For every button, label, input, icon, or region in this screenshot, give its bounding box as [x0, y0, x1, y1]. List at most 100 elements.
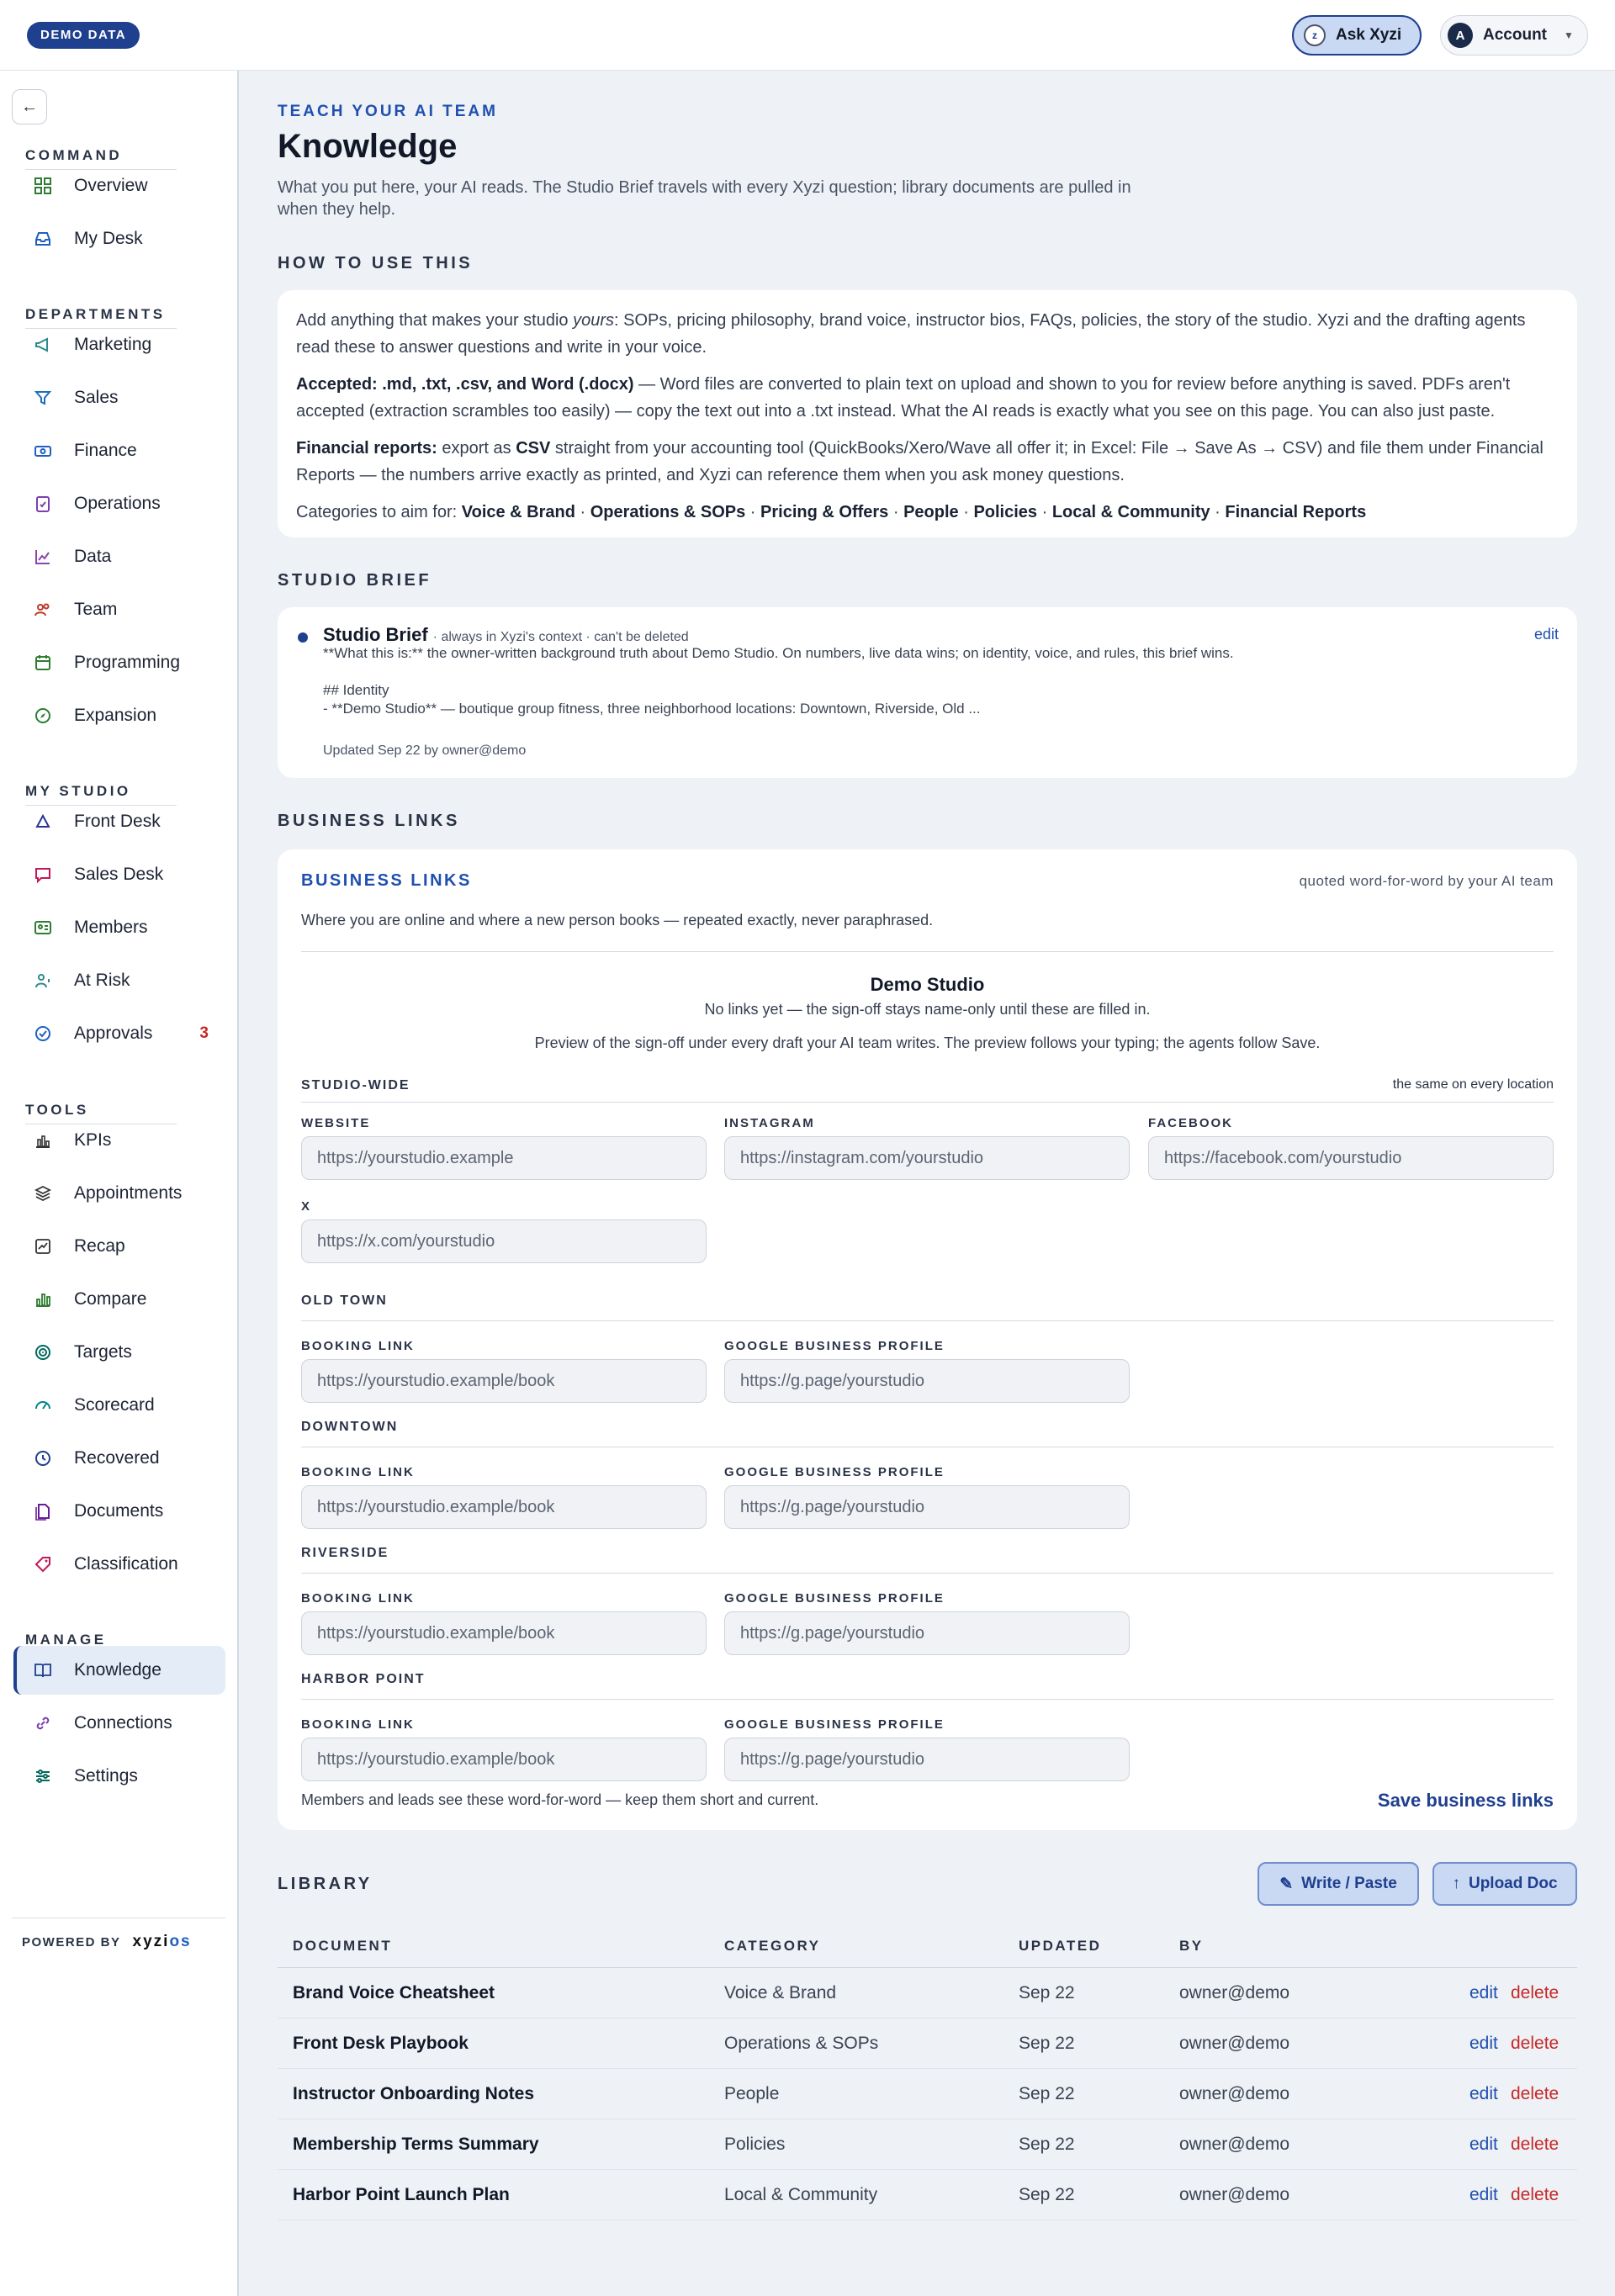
- document-name: Harbor Point Launch Plan: [293, 2185, 510, 2204]
- sidebar-item-scorecard[interactable]: Scorecard: [13, 1381, 225, 1430]
- edit-document-link[interactable]: edit: [1469, 1983, 1498, 2003]
- booking-link-label: BOOKING LINK: [301, 1717, 415, 1732]
- sidebar-item-classification[interactable]: Classification: [13, 1540, 225, 1589]
- ask-xyzi-button[interactable]: z Ask Xyzi: [1292, 15, 1422, 56]
- sidebar-item-sales[interactable]: Sales: [13, 373, 225, 422]
- divider: [278, 2169, 1577, 2170]
- sidebar-item-marketing[interactable]: Marketing: [13, 320, 225, 369]
- collapse-sidebar-button[interactable]: ←: [12, 89, 47, 124]
- sidebar-item-label: Targets: [74, 1342, 132, 1362]
- booking-link-label: BOOKING LINK: [301, 1591, 415, 1606]
- sidebar-item-kpis[interactable]: KPIs: [13, 1116, 225, 1165]
- document-owner: owner@demo: [1179, 2084, 1290, 2103]
- google-business-profile-input-harbor-point[interactable]: https://g.page/yourstudio: [724, 1738, 1130, 1781]
- sidebar-item-recovered[interactable]: Recovered: [13, 1434, 225, 1483]
- sidebar-item-overview[interactable]: Overview: [13, 161, 225, 210]
- sidebar-item-knowledge[interactable]: Knowledge: [13, 1646, 225, 1695]
- delete-document-link[interactable]: delete: [1511, 2185, 1559, 2205]
- document-name: Instructor Onboarding Notes: [293, 2084, 535, 2103]
- user-alert-icon: [32, 970, 54, 992]
- sidebar-item-members[interactable]: Members: [13, 903, 225, 952]
- studio-wide-note: the same on every location: [1392, 1077, 1554, 1092]
- edit-studio-brief-link[interactable]: edit: [1534, 626, 1559, 643]
- sidebar-item-programming[interactable]: Programming: [13, 638, 225, 687]
- how-to-card: Add anything that makes your studio your…: [278, 290, 1577, 537]
- sidebar-item-expansion[interactable]: Expansion: [13, 691, 225, 740]
- top-bar: DEMO DATA z Ask Xyzi A Account ▼: [0, 0, 1615, 71]
- write-paste-button[interactable]: ✎ Write / Paste: [1258, 1862, 1419, 1906]
- delete-document-link[interactable]: delete: [1511, 2034, 1559, 2054]
- edit-document-link[interactable]: edit: [1469, 2084, 1498, 2104]
- how-to-financial: Financial reports: export as CSV straigh…: [296, 439, 1544, 484]
- document-category: Voice & Brand: [724, 1983, 837, 2002]
- sidebar-item-front-desk[interactable]: Front Desk: [13, 797, 225, 846]
- document-owner: owner@demo: [1179, 2135, 1290, 2154]
- sidebar-item-data[interactable]: Data: [13, 532, 225, 581]
- column-header-updated: UPDATED: [1019, 1938, 1102, 1954]
- booking-link-input-riverside[interactable]: https://yourstudio.example/book: [301, 1611, 707, 1655]
- document-category: Operations & SOPs: [724, 2034, 879, 2053]
- booking-link-label: BOOKING LINK: [301, 1465, 415, 1479]
- instagram-input[interactable]: https://instagram.com/yourstudio: [724, 1136, 1130, 1180]
- divider: [301, 1102, 1554, 1103]
- sidebar-item-operations[interactable]: Operations: [13, 479, 225, 528]
- sidebar-item-label: Expansion: [74, 706, 157, 725]
- divider: [301, 1699, 1554, 1700]
- sidebar-item-approvals[interactable]: Approvals 3: [13, 1009, 225, 1058]
- sidebar-item-label: Settings: [74, 1766, 138, 1785]
- google-business-profile-input-downtown[interactable]: https://g.page/yourstudio: [724, 1485, 1130, 1529]
- sidebar-item-settings[interactable]: Settings: [13, 1752, 225, 1801]
- check-circle-icon: [32, 1023, 54, 1045]
- sidebar-item-connections[interactable]: Connections: [13, 1699, 225, 1748]
- upload-doc-button[interactable]: ↑ Upload Doc: [1432, 1862, 1577, 1906]
- sidebar-item-targets[interactable]: Targets: [13, 1328, 225, 1377]
- google-business-profile-input-old-town[interactable]: https://g.page/yourstudio: [724, 1359, 1130, 1403]
- studio-brief-heading: STUDIO BRIEF: [278, 571, 432, 590]
- edit-document-link[interactable]: edit: [1469, 2135, 1498, 2155]
- booking-link-input-old-town[interactable]: https://yourstudio.example/book: [301, 1359, 707, 1403]
- save-business-links-button[interactable]: Save business links: [1378, 1790, 1554, 1812]
- website-input[interactable]: https://yourstudio.example: [301, 1136, 707, 1180]
- edit-document-link[interactable]: edit: [1469, 2185, 1498, 2205]
- business-links-card-title: BUSINESS LINKS: [301, 871, 472, 890]
- sidebar-item-compare[interactable]: Compare: [13, 1275, 225, 1324]
- document-updated: Sep 22: [1019, 2034, 1075, 2053]
- x-input[interactable]: https://x.com/yourstudio: [301, 1219, 707, 1263]
- filter-icon: [32, 387, 54, 409]
- delete-document-link[interactable]: delete: [1511, 1983, 1559, 2003]
- layers-icon: [32, 1182, 54, 1204]
- sidebar-item-at-risk[interactable]: At Risk: [13, 956, 225, 1005]
- sidebar-item-sales-desk[interactable]: Sales Desk: [13, 850, 225, 899]
- bell-icon: [32, 811, 54, 833]
- sidebar-item-recap[interactable]: Recap: [13, 1222, 225, 1271]
- avatar: A: [1448, 23, 1473, 48]
- sidebar-item-appointments[interactable]: Appointments: [13, 1169, 225, 1218]
- studio-brief-card: Studio Brief · always in Xyzi's context ·…: [278, 607, 1577, 778]
- facebook-input[interactable]: https://facebook.com/yourstudio: [1148, 1136, 1554, 1180]
- sliders-icon: [32, 1765, 54, 1787]
- booking-link-input-harbor-point[interactable]: https://yourstudio.example/book: [301, 1738, 707, 1781]
- megaphone-icon: [32, 334, 54, 356]
- sidebar-item-team[interactable]: Team: [13, 585, 225, 634]
- divider: [301, 1320, 1554, 1321]
- account-menu-button[interactable]: A Account ▼: [1440, 15, 1588, 56]
- edit-document-link[interactable]: edit: [1469, 2034, 1498, 2054]
- approvals-count-badge: 3: [199, 1024, 209, 1042]
- x-label: X: [301, 1199, 312, 1214]
- sidebar-item-documents[interactable]: Documents: [13, 1487, 225, 1536]
- booking-link-input-downtown[interactable]: https://yourstudio.example/book: [301, 1485, 707, 1529]
- sidebar-item-my-desk[interactable]: My Desk: [13, 214, 225, 263]
- delete-document-link[interactable]: delete: [1511, 2135, 1559, 2155]
- users-icon: [32, 599, 54, 621]
- location-label-downtown: DOWNTOWN: [301, 1420, 399, 1434]
- google-business-profile-input-riverside[interactable]: https://g.page/yourstudio: [724, 1611, 1130, 1655]
- delete-document-link[interactable]: delete: [1511, 2084, 1559, 2104]
- studio-wide-label: STUDIO-WIDE: [301, 1078, 410, 1092]
- sidebar-item-finance[interactable]: Finance: [13, 426, 225, 475]
- document-owner: owner@demo: [1179, 2185, 1290, 2204]
- line-chart-icon: [32, 546, 54, 568]
- category-name: Financial Reports: [1225, 503, 1367, 521]
- how-to-accepted: Accepted: .md, .txt, .csv, and Word (.do…: [296, 375, 1511, 421]
- sidebar-item-label: Compare: [74, 1289, 147, 1309]
- location-label-riverside: RIVERSIDE: [301, 1546, 389, 1560]
